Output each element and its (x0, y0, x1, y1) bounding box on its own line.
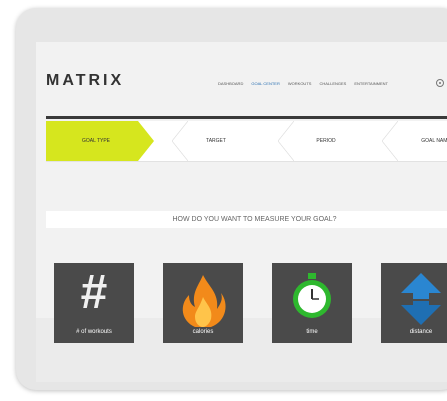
nav-goal-center[interactable]: Goal Center (251, 81, 280, 86)
step-target[interactable]: Target (166, 121, 266, 161)
nav-dashboard[interactable]: Dashboard (218, 81, 243, 86)
measure-question: HOW DO YOU WANT TO MEASURE YOUR GOAL? (46, 211, 447, 228)
tile-distance[interactable]: distance (381, 263, 447, 343)
tile-label: calories (192, 329, 214, 335)
tile-time[interactable]: time (272, 263, 352, 343)
nav-workouts[interactable]: Workouts (288, 81, 312, 86)
tile-label: # of workouts (76, 329, 112, 335)
tile-calories[interactable]: calories (163, 263, 243, 343)
nav-challenges[interactable]: Challenges (319, 81, 346, 86)
hash-icon: # (80, 266, 108, 319)
header-divider (46, 116, 447, 119)
step-period[interactable]: Period (266, 121, 386, 161)
nav-entertainment[interactable]: Entertainment (354, 81, 388, 86)
main-nav: Dashboard Goal Center Workouts Challenge… (218, 81, 388, 86)
tile-label: distance (409, 329, 433, 335)
app-screen: MATRIX Dashboard Goal Center Workouts Ch… (36, 42, 447, 382)
device-frame: MATRIX Dashboard Goal Center Workouts Ch… (16, 8, 447, 390)
step-goal-type[interactable]: Goal Type (46, 121, 146, 161)
step-goal-name[interactable]: Goal Name (376, 121, 447, 161)
tile-workouts[interactable]: # # of workouts (54, 263, 134, 343)
matrix-logo: MATRIX (46, 72, 125, 89)
goal-steps-bar: Goal Type Target Period Goal Name (46, 121, 447, 162)
tile-label: time (306, 329, 318, 335)
settings-icon[interactable] (436, 79, 444, 87)
